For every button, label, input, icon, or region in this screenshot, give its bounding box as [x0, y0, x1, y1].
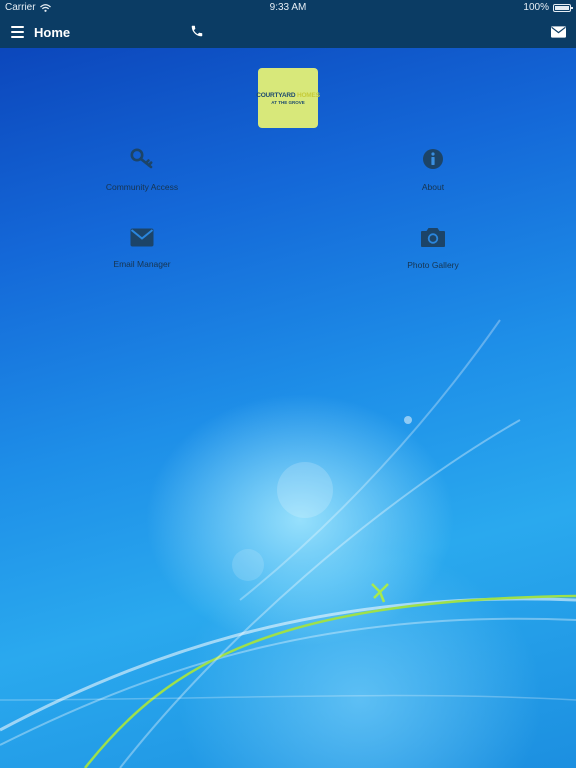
tile-label-about: About — [421, 182, 445, 192]
tile-label-community-access: Community Access — [105, 182, 179, 192]
status-time: 9:33 AM — [269, 2, 307, 13]
battery-fill — [555, 5, 569, 10]
tile-email-manager[interactable]: Email Manager — [72, 228, 212, 269]
phone-icon[interactable] — [190, 24, 204, 38]
hamburger-menu-icon[interactable] — [11, 26, 24, 38]
envelope-icon[interactable] — [551, 26, 566, 38]
app-screen: Carrier 9:33 AM 100% Home COURTYARD HOME… — [0, 0, 576, 768]
courtyard-homes-logo: COURTYARD HOMES AT THE GROVE — [256, 68, 320, 128]
logo-text-line1: COURTYARD HOMES — [256, 91, 320, 99]
nav-bar: Home — [0, 16, 576, 48]
battery-percent: 100% — [523, 2, 549, 13]
envelope-icon — [130, 228, 154, 247]
logo-text-line2: AT THE GROVE — [271, 99, 305, 105]
battery-indicator: 100% — [523, 2, 573, 13]
key-icon — [130, 148, 153, 169]
tile-label-email-manager: Email Manager — [113, 259, 171, 269]
info-icon — [423, 149, 443, 169]
tile-community-access[interactable]: Community Access — [72, 148, 212, 192]
battery-icon — [553, 3, 573, 12]
tile-photo-gallery[interactable]: Photo Gallery — [363, 226, 503, 270]
status-bar: Carrier 9:33 AM 100% — [0, 0, 576, 16]
camera-icon — [421, 228, 445, 247]
tile-label-photo-gallery: Photo Gallery — [407, 260, 459, 270]
tile-about[interactable]: About — [363, 148, 503, 192]
page-title: Home — [34, 25, 71, 40]
